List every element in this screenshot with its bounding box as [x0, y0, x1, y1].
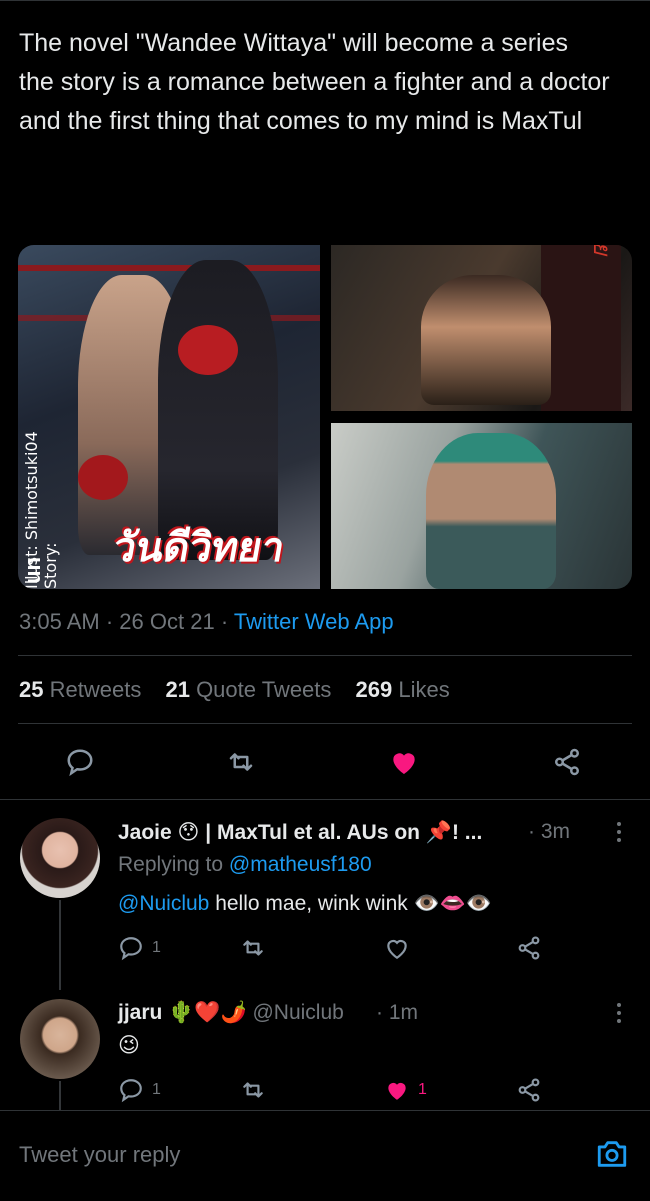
- retweet-icon: [243, 1082, 263, 1098]
- tweet-text: The novel "Wandee Wittaya" will become a…: [19, 29, 610, 135]
- more-options-icon[interactable]: [616, 822, 622, 842]
- share-icon: [518, 1078, 540, 1102]
- avatar[interactable]: [20, 818, 100, 898]
- tweet-time: 3:05 AM: [19, 609, 100, 634]
- meta-dot: ·: [105, 609, 120, 634]
- boxing-glove: [78, 455, 128, 500]
- quotes-label: Quote Tweets: [196, 677, 332, 702]
- tweet-action-bar: [0, 740, 650, 784]
- retweets-stat[interactable]: 25 Retweets: [19, 677, 141, 702]
- reply-count: 1: [152, 1081, 161, 1098]
- camera-icon: [597, 1141, 627, 1167]
- retweet-icon: [229, 753, 253, 771]
- tweet-date: 26 Oct 21: [119, 609, 215, 634]
- reply-share-button[interactable]: [516, 931, 542, 965]
- share-icon: [518, 936, 540, 960]
- media-fighter-image[interactable]: ไทย: [331, 245, 632, 411]
- reply-composer[interactable]: Tweet your reply: [0, 1110, 650, 1201]
- tweet-stats: 25 Retweets 21 Quote Tweets 269 Likes: [19, 677, 468, 703]
- handle: @Nuiclub: [252, 1001, 344, 1024]
- ring-rope: [18, 265, 320, 271]
- reply-retweet-button[interactable]: [240, 931, 266, 965]
- media-doctor-image[interactable]: [331, 423, 632, 589]
- retweets-label: Retweets: [49, 677, 142, 702]
- heart-filled-icon: [393, 753, 415, 774]
- display-name: jjaru 🌵❤️🌶️: [118, 1001, 247, 1024]
- replying-prefix: Replying to: [118, 853, 229, 876]
- avatar[interactable]: [20, 999, 100, 1079]
- quotes-stat[interactable]: 21 Quote Tweets: [165, 677, 331, 702]
- reply-icon: [120, 1079, 142, 1103]
- reply-text: @Nuiclub hello mae, wink wink 👁️👄👁️: [118, 892, 492, 916]
- thread-line: [59, 1081, 61, 1111]
- reply-retweet-button[interactable]: [240, 1073, 266, 1107]
- punching-bag: [541, 245, 621, 411]
- likes-stat[interactable]: 269 Likes: [356, 677, 450, 702]
- heart-icon: [387, 939, 407, 960]
- retweets-count: 25: [19, 677, 44, 702]
- reply-like-button[interactable]: [384, 931, 418, 965]
- reply-author-name[interactable]: Jaoie 😯 | MaxTul et al. AUs on 📌! ...: [118, 820, 482, 845]
- heart-filled-icon: [388, 1082, 406, 1100]
- more-options-icon[interactable]: [616, 1003, 622, 1023]
- like-count: 1: [418, 1081, 427, 1098]
- reply-body: hello mae, wink wink 👁️👄👁️: [209, 892, 493, 915]
- mention-link[interactable]: @Nuiclub: [118, 892, 209, 915]
- tweet-meta: 3:05 AM · 26 Oct 21 · Twitter Web App: [19, 609, 394, 635]
- reply-input[interactable]: Tweet your reply: [19, 1142, 180, 1168]
- media-cover-image[interactable]: Illust: Shimotsuki04 Story: un วันดีวิทย…: [18, 245, 320, 589]
- camera-button[interactable]: [595, 1137, 629, 1171]
- divider: [18, 655, 632, 656]
- reply-time: · 1m: [376, 1001, 418, 1024]
- retweet-button[interactable]: [219, 740, 263, 784]
- tweet-source-link[interactable]: Twitter Web App: [234, 609, 394, 634]
- retweet-icon: [243, 940, 263, 956]
- reply-share-button[interactable]: [516, 1073, 542, 1107]
- fighter-figure: [421, 275, 551, 405]
- reply-count: 1: [152, 939, 161, 956]
- reply-like-button[interactable]: 1: [384, 1073, 427, 1107]
- thread-line: [59, 900, 61, 990]
- reply-icon: [67, 749, 93, 777]
- reply-body: 😉: [118, 1034, 140, 1057]
- likes-label: Likes: [398, 677, 450, 702]
- likes-count: 269: [355, 677, 393, 702]
- reply-author-name[interactable]: jjaru 🌵❤️🌶️ @Nuiclub: [118, 1001, 344, 1025]
- reply-action-bar: 1: [118, 931, 548, 965]
- reply-reply-button[interactable]: 1: [118, 931, 161, 965]
- display-name: Jaoie 😯 | MaxTul et al. AUs on 📌! ...: [118, 821, 483, 844]
- bag-text: ไทย: [583, 245, 622, 255]
- reply-tweet[interactable]: jjaru 🌵❤️🌶️ @Nuiclub · 1m 😉 1 1: [0, 981, 650, 1111]
- boxing-glove: [178, 325, 238, 375]
- replying-to: Replying to @matheusf180: [118, 853, 372, 877]
- reply-time: · 3m: [528, 820, 570, 843]
- quotes-count: 21: [165, 677, 190, 702]
- tweet-media-grid: Illust: Shimotsuki04 Story: un วันดีวิทย…: [18, 245, 632, 589]
- replying-handle-link[interactable]: @matheusf180: [229, 853, 372, 876]
- reply-reply-button[interactable]: 1: [118, 1073, 161, 1107]
- divider: [18, 723, 632, 724]
- like-button[interactable]: [382, 740, 426, 784]
- share-icon: [555, 748, 579, 776]
- reply-action-bar: 1 1: [118, 1073, 548, 1107]
- cover-logo: un: [20, 557, 45, 584]
- reply-button[interactable]: [58, 740, 102, 784]
- cover-title: วันดีวิทยา: [109, 525, 289, 571]
- meta-dot: ·: [220, 609, 234, 634]
- doctor-figure: [426, 433, 556, 589]
- share-button[interactable]: [545, 740, 589, 784]
- top-divider: [0, 0, 650, 1]
- reply-icon: [120, 937, 142, 961]
- reply-tweet[interactable]: Jaoie 😯 | MaxTul et al. AUs on 📌! ... · …: [0, 800, 650, 990]
